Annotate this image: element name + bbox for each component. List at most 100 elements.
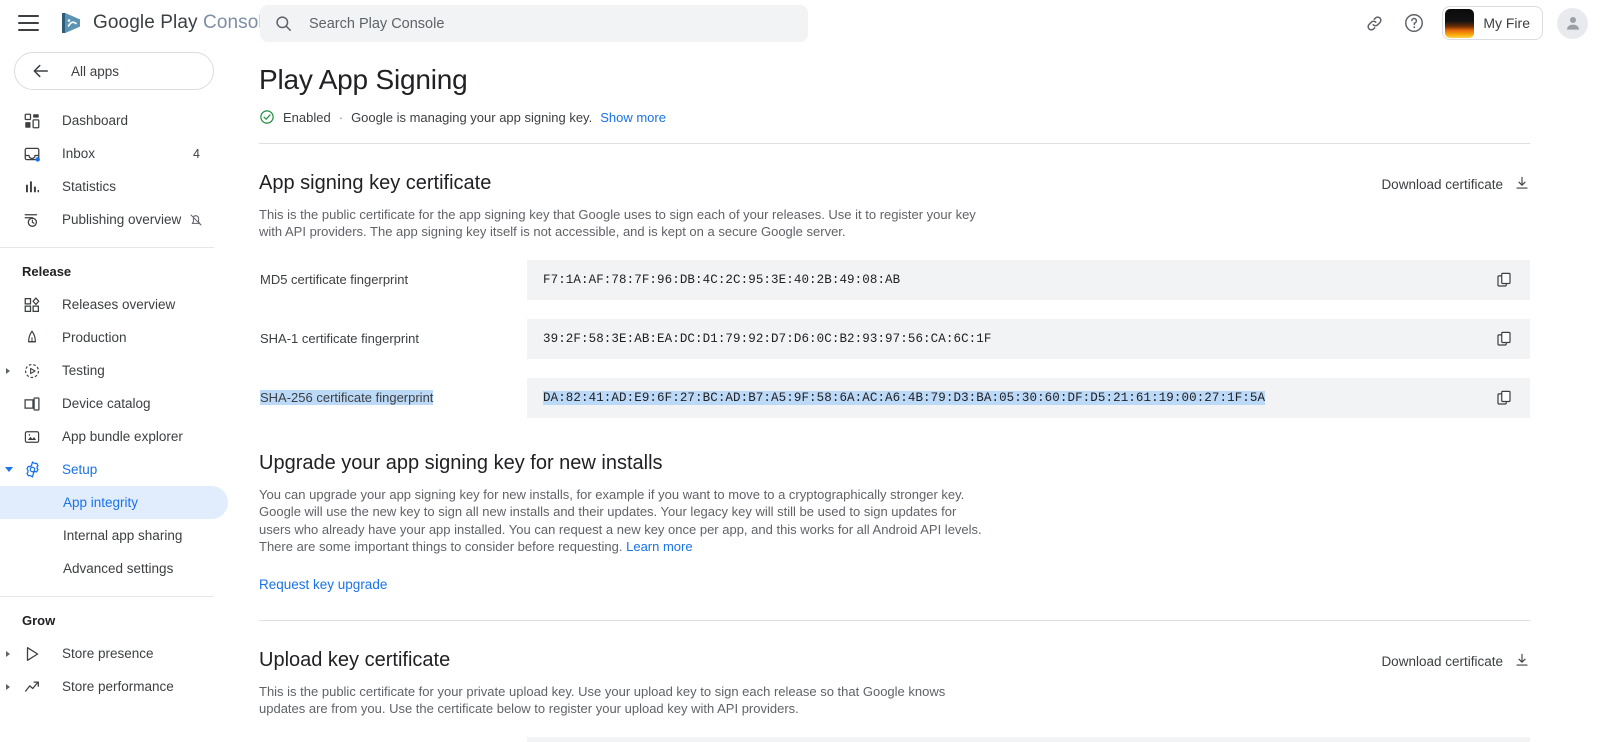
fingerprint-value-box[interactable]: 39:2F:58:3E:AB:EA:DC:D1:79:92:D7:D6:0C:B… — [527, 319, 1530, 359]
inbox-unread-badge: 4 — [193, 147, 200, 161]
sidebar-item-store-presence[interactable]: Store presence — [0, 637, 228, 670]
link-icon[interactable] — [1356, 5, 1392, 41]
sidebar-item-device-catalog[interactable]: Device catalog — [0, 387, 228, 420]
sidebar-item-label: Production — [62, 330, 127, 345]
upload-description: This is the public certificate for your … — [259, 683, 977, 718]
learn-more-link[interactable]: Learn more — [626, 539, 692, 554]
search-input[interactable] — [309, 16, 769, 32]
chevron-down-icon[interactable] — [5, 467, 13, 472]
section-divider — [259, 620, 1530, 621]
page-title: Play App Signing — [259, 64, 1530, 96]
brand-title: Google Play Console — [93, 12, 273, 34]
store-presence-icon — [22, 644, 42, 664]
sidebar-item-statistics[interactable]: Statistics — [0, 170, 228, 203]
upgrade-description-text: You can upgrade your app signing key for… — [259, 487, 982, 554]
sidebar-item-app-bundle-explorer[interactable]: App bundle explorer — [0, 420, 228, 453]
sidebar-item-publishing-overview[interactable]: Publishing overview — [0, 203, 228, 236]
sidebar-item-label: App bundle explorer — [62, 429, 183, 444]
sidebar-divider — [0, 247, 214, 248]
top-bar: Google Play Console — [0, 0, 1600, 46]
check-circle-icon — [259, 109, 275, 125]
sidebar-subitem-label: Advanced settings — [63, 561, 173, 576]
fingerprint-value: DA:82:41:AD:E9:6F:27:BC:AD:B7:A5:9F:58:6… — [543, 391, 1265, 405]
sidebar-item-setup[interactable]: Setup — [0, 453, 228, 486]
account-avatar-icon[interactable] — [1557, 8, 1588, 39]
chevron-right-icon[interactable] — [6, 651, 10, 657]
sidebar-item-label: Releases overview — [62, 297, 175, 312]
section-title: Upload key certificate — [259, 649, 450, 672]
download-certificate-label: Download certificate — [1381, 177, 1503, 192]
sidebar-item-label: Publishing overview — [62, 212, 181, 227]
sidebar-item-store-performance[interactable]: Store performance — [0, 670, 228, 703]
fingerprint-label-text: SHA-256 certificate fingerprint — [260, 390, 433, 405]
top-bar-actions: My Fire — [1356, 0, 1588, 46]
upgrade-description: You can upgrade your app signing key for… — [259, 486, 987, 556]
production-rocket-icon — [22, 328, 42, 348]
show-more-link[interactable]: Show more — [600, 110, 666, 125]
sidebar-item-label: Store performance — [62, 679, 174, 694]
fingerprint-label: SHA-1 certificate fingerprint — [259, 331, 527, 346]
request-key-upgrade-link[interactable]: Request key upgrade — [259, 577, 387, 592]
fingerprint-row-sha1: SHA-1 certificate fingerprint 39:2F:58:3… — [259, 319, 1530, 359]
sidebar-item-testing[interactable]: Testing — [0, 354, 228, 387]
app-icon — [1445, 9, 1474, 38]
sidebar-subitem-label: Internal app sharing — [63, 528, 182, 543]
chevron-right-icon[interactable] — [6, 368, 10, 374]
status-separator: · — [339, 110, 343, 125]
search-bar[interactable] — [260, 5, 808, 42]
section-title: App signing key certificate — [259, 172, 491, 195]
fingerprint-value: 39:2F:58:3E:AB:EA:DC:D1:79:92:D7:D6:0C:B… — [543, 332, 991, 346]
upload-fingerprint-box-partial[interactable] — [527, 737, 1530, 742]
gear-icon — [22, 460, 42, 480]
sidebar-item-advanced-settings[interactable]: Advanced settings — [0, 552, 228, 585]
brand-primary: Google Play — [93, 12, 198, 33]
sidebar-item-label: Testing — [62, 363, 105, 378]
fingerprint-value-box[interactable]: DA:82:41:AD:E9:6F:27:BC:AD:B7:A5:9F:58:6… — [527, 378, 1530, 418]
sidebar: All apps Dashboard — [0, 46, 228, 742]
copy-icon[interactable] — [1492, 268, 1516, 292]
sidebar-item-production[interactable]: Production — [0, 321, 228, 354]
sidebar-item-label: Device catalog — [62, 396, 151, 411]
sidebar-divider — [0, 596, 214, 597]
fingerprint-row-sha256: SHA-256 certificate fingerprint DA:82:41… — [259, 378, 1530, 418]
notifications-off-icon[interactable] — [188, 212, 204, 228]
sidebar-subitem-label: App integrity — [63, 495, 138, 510]
download-certificate-button[interactable]: Download certificate — [1381, 175, 1530, 194]
fingerprint-row-md5: MD5 certificate fingerprint F7:1A:AF:78:… — [259, 260, 1530, 300]
sidebar-item-internal-app-sharing[interactable]: Internal app sharing — [0, 519, 228, 552]
fingerprint-value: F7:1A:AF:78:7F:96:DB:4C:2C:95:3E:40:2B:4… — [543, 273, 900, 287]
arrow-left-icon — [31, 61, 51, 81]
releases-overview-icon — [22, 295, 42, 315]
all-apps-button[interactable]: All apps — [14, 52, 214, 90]
play-console-app: Google Play Console — [0, 0, 1600, 742]
download-icon — [1514, 175, 1530, 194]
sidebar-item-label: Inbox — [62, 146, 95, 161]
bar-chart-icon — [22, 177, 42, 197]
search-icon — [274, 14, 293, 33]
hamburger-menu-icon[interactable] — [18, 11, 42, 35]
status-badge: Enabled — [283, 110, 331, 125]
copy-icon[interactable] — [1492, 386, 1516, 410]
brand-logo-group[interactable]: Google Play Console — [58, 10, 273, 36]
sidebar-item-dashboard[interactable]: Dashboard — [0, 104, 228, 137]
copy-icon[interactable] — [1492, 327, 1516, 351]
sidebar-item-app-integrity[interactable]: App integrity — [0, 486, 228, 519]
inbox-icon — [22, 144, 42, 164]
chevron-right-icon[interactable] — [6, 684, 10, 690]
main-content: Play App Signing Enabled · Google is man… — [228, 46, 1600, 742]
app-signing-description: This is the public certificate for the a… — [259, 206, 977, 241]
download-upload-certificate-button[interactable]: Download certificate — [1381, 652, 1530, 671]
dashboard-icon — [22, 111, 42, 131]
section-divider — [259, 143, 1530, 144]
app-chip-label: My Fire — [1483, 15, 1530, 31]
google-play-console-logo-icon — [58, 10, 84, 36]
app-selector-chip[interactable]: My Fire — [1442, 6, 1543, 40]
sidebar-item-inbox[interactable]: Inbox 4 — [0, 137, 228, 170]
sidebar-item-releases-overview[interactable]: Releases overview — [0, 288, 228, 321]
fingerprint-label: MD5 certificate fingerprint — [259, 272, 527, 287]
app-bundle-explorer-icon — [22, 427, 42, 447]
sidebar-item-label: Dashboard — [62, 113, 128, 128]
fingerprint-value-box[interactable]: F7:1A:AF:78:7F:96:DB:4C:2C:95:3E:40:2B:4… — [527, 260, 1530, 300]
sidebar-item-label: Store presence — [62, 646, 154, 661]
help-circle-icon[interactable] — [1396, 5, 1432, 41]
